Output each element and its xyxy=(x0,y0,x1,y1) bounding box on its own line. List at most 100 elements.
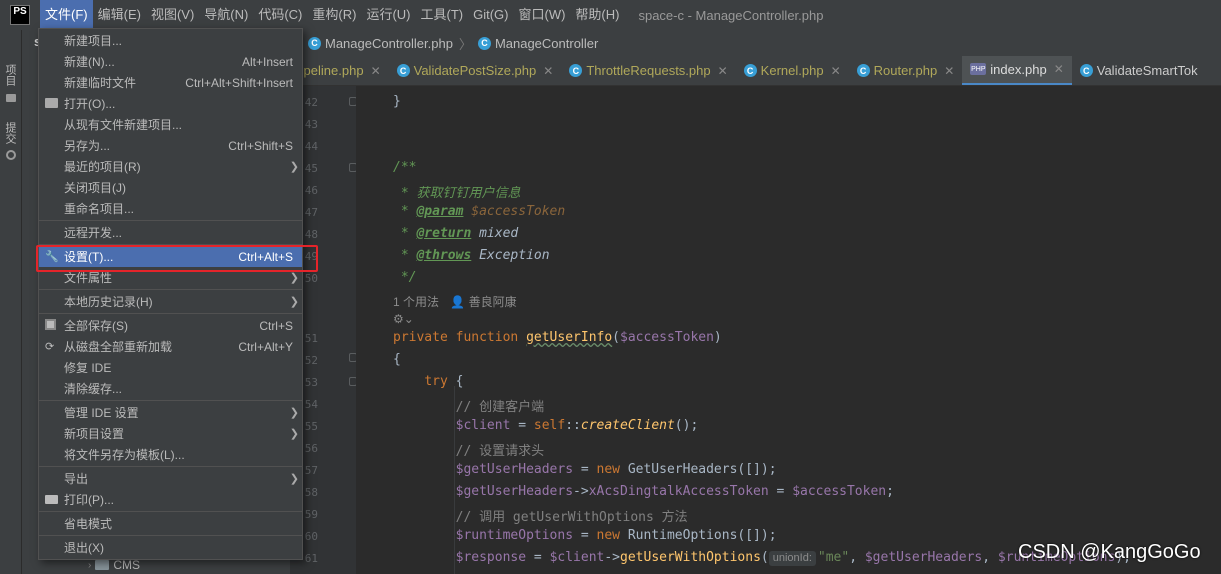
commit-tool-label: 提交 xyxy=(4,122,16,144)
menu-item-invalidate-caches[interactable]: 清除缓存... xyxy=(39,378,302,399)
chevron-right-icon: ❯ xyxy=(289,428,299,440)
menu-item-export[interactable]: 导出 ❯ xyxy=(39,468,302,489)
code-token: ( xyxy=(760,550,769,565)
variable: $getUserHeaders xyxy=(864,550,983,565)
tab-validate-post-size[interactable]: C ValidatePostSize.php ✕ xyxy=(389,56,562,85)
close-icon[interactable]: ✕ xyxy=(371,64,381,78)
code-line: * 获取钉钉用户信息 xyxy=(393,182,521,201)
reload-icon: ⟳ xyxy=(45,341,55,353)
chevron-right-icon: ❯ xyxy=(289,473,299,485)
menu-item-recent-projects[interactable]: 最近的项目(R) ❯ xyxy=(39,156,302,177)
code-token: ; xyxy=(886,484,894,499)
menu-separator xyxy=(39,535,302,536)
breadcrumb-file[interactable]: C ManageController.php xyxy=(308,36,453,51)
menu-item-power-save[interactable]: 省电模式 xyxy=(39,513,302,534)
project-tool-label: 项目 xyxy=(4,64,16,86)
project-tool-button[interactable]: 项目 xyxy=(4,64,18,86)
code-editor[interactable]: } /** * 获取钉钉用户信息 * @param $accessToken *… xyxy=(356,86,1221,574)
menu-item-new-from-existing[interactable]: 从现有文件新建项目... xyxy=(39,114,302,135)
menu-help[interactable]: 帮助(H) xyxy=(570,0,624,30)
menu-item-label: 新项目设置 xyxy=(64,427,125,441)
menu-item-local-history[interactable]: 本地历史记录(H) ❯ xyxy=(39,291,302,312)
usage-hint[interactable]: 1 个用法 👤 善良阿康 xyxy=(393,293,517,310)
menu-item-exit[interactable]: 退出(X) xyxy=(39,537,302,558)
doc-comment: */ xyxy=(393,270,417,285)
phpstorm-logo-icon[interactable]: PS xyxy=(10,5,30,25)
close-icon[interactable]: ✕ xyxy=(1054,62,1064,76)
keyword: try xyxy=(424,374,448,389)
menu-item-remote-dev[interactable]: 远程开发... xyxy=(39,222,302,243)
file-menu-dropdown: 新建项目... 新建(N)... Alt+Insert 新建临时文件 Ctrl+Al… xyxy=(38,28,303,560)
menu-item-close-project[interactable]: 关闭项目(J) xyxy=(39,177,302,198)
menu-edit[interactable]: 编辑(E) xyxy=(93,0,146,30)
code-line: // 创建客户端 xyxy=(393,396,544,415)
breadcrumb-class[interactable]: C ManageController xyxy=(477,35,599,51)
doc-tag: @return xyxy=(416,226,472,241)
doc-tag: @param xyxy=(416,204,464,219)
tab-kernel[interactable]: C Kernel.php ✕ xyxy=(736,56,849,85)
chevron-right-icon[interactable]: › xyxy=(88,560,91,571)
code-line: */ xyxy=(393,270,417,285)
code-line: /** xyxy=(393,160,416,175)
menu-file[interactable]: 文件(F) xyxy=(40,0,93,30)
ai-actions-icon[interactable]: ⚙⌄ xyxy=(393,312,414,326)
menu-item-reload-all[interactable]: ⟳ 从磁盘全部重新加载 Ctrl+Alt+Y xyxy=(39,336,302,357)
menu-item-save-as[interactable]: 另存为... Ctrl+Shift+S xyxy=(39,135,302,156)
menu-item-rename-project[interactable]: 重命名项目... xyxy=(39,198,302,219)
tab-throttle-requests[interactable]: C ThrottleRequests.php ✕ xyxy=(561,56,735,85)
chevron-right-icon: ❯ xyxy=(289,407,299,419)
close-icon[interactable]: ✕ xyxy=(543,64,553,78)
code-line: $client = self::createClient(); xyxy=(393,418,699,433)
keyword: new xyxy=(596,462,620,477)
menu-item-manage-ide-settings[interactable]: 管理 IDE 设置 ❯ xyxy=(39,402,302,423)
code-line: * @throws Exception xyxy=(393,248,550,263)
menu-window[interactable]: 窗口(W) xyxy=(513,0,570,30)
property: xAcsDingtalkAccessToken xyxy=(588,484,769,499)
menu-item-save-as-template[interactable]: 将文件另存为模板(L)... xyxy=(39,444,302,465)
menu-item-open[interactable]: 打开(O)... xyxy=(39,93,302,114)
menu-navigate[interactable]: 导航(N) xyxy=(199,0,253,30)
menu-item-print[interactable]: 打印(P)... xyxy=(39,489,302,510)
menu-item-new-project[interactable]: 新建项目... xyxy=(39,30,302,51)
menu-run[interactable]: 运行(U) xyxy=(361,0,415,30)
tab-validate-smart-tok[interactable]: C ValidateSmartTok xyxy=(1072,56,1206,85)
menu-item-label: 新建临时文件 xyxy=(64,76,137,90)
menu-tools[interactable]: 工具(T) xyxy=(415,0,468,30)
close-icon[interactable]: ✕ xyxy=(831,64,841,78)
close-icon[interactable]: ✕ xyxy=(944,64,954,78)
menu-item-label: 另存为... xyxy=(64,139,111,153)
menu-item-shortcut: Ctrl+Alt+Y xyxy=(238,339,293,354)
menu-separator xyxy=(39,466,302,467)
menu-item-new-scratch[interactable]: 新建临时文件 Ctrl+Alt+Shift+Insert xyxy=(39,72,302,93)
code-token: { xyxy=(447,374,464,389)
menu-item-repair-ide[interactable]: 修复 IDE xyxy=(39,357,302,378)
php-class-icon: C xyxy=(856,64,870,77)
menu-item-label: 打开(O)... xyxy=(64,97,116,111)
menu-separator xyxy=(39,511,302,512)
code-token: , xyxy=(849,550,865,565)
menu-item-save-all[interactable]: 全部保存(S) Ctrl+S xyxy=(39,315,302,336)
menu-code[interactable]: 代码(C) xyxy=(253,0,307,30)
menu-item-label: 修复 IDE xyxy=(64,361,112,375)
menu-git[interactable]: Git(G) xyxy=(468,0,513,30)
tab-index-php[interactable]: PHP index.php ✕ xyxy=(962,56,1072,85)
menu-item-label: 重命名项目... xyxy=(64,202,135,216)
commit-tool-button[interactable]: 提交 xyxy=(4,122,18,144)
folder-open-icon xyxy=(45,97,59,110)
menu-item-label: 新建项目... xyxy=(64,34,123,48)
breadcrumb-class-label: ManageController xyxy=(494,35,599,51)
menu-item-new[interactable]: 新建(N)... Alt+Insert xyxy=(39,51,302,72)
code-token: RuntimeOptions([]); xyxy=(620,528,777,543)
tab-pipeline[interactable]: C Pipeline.php ✕ xyxy=(290,56,389,85)
code-line: private function getUserInfo($accessToke… xyxy=(393,330,722,345)
tree-item-cms[interactable]: › CMS xyxy=(88,558,140,572)
menu-view[interactable]: 视图(V) xyxy=(146,0,199,30)
menu-refactor[interactable]: 重构(R) xyxy=(307,0,361,30)
code-token: = xyxy=(510,418,534,433)
close-icon[interactable]: ✕ xyxy=(718,64,728,78)
tab-router[interactable]: C Router.php ✕ xyxy=(849,56,963,85)
usage-count[interactable]: 1 个用法 xyxy=(393,295,439,309)
menu-item-shortcut: Alt+Insert xyxy=(241,54,293,69)
menu-item-new-project-setup[interactable]: 新项目设置 ❯ xyxy=(39,423,302,444)
watermark: CSDN @KangGoGo xyxy=(1018,541,1201,563)
